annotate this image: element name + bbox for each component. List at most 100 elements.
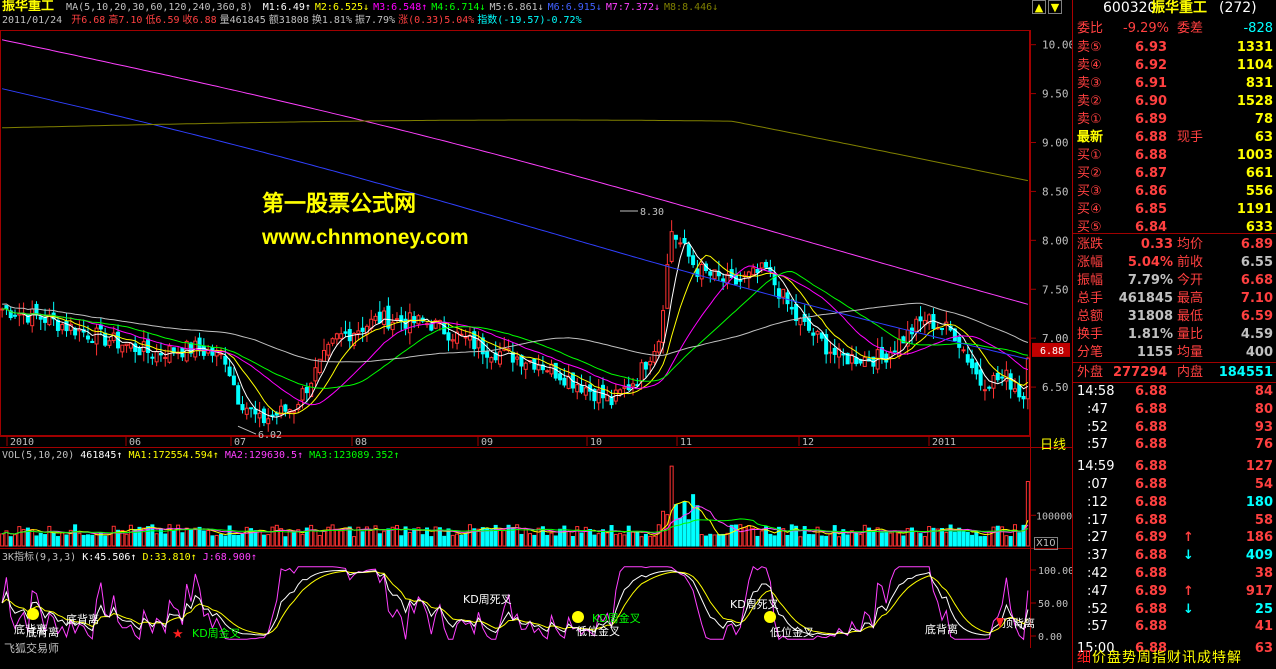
stat-label: 最低 — [1177, 309, 1204, 324]
tab-1[interactable]: 细 — [1077, 650, 1091, 666]
stat-value: 4.59 — [1240, 327, 1273, 342]
candle-body — [918, 316, 923, 322]
volume-bar — [897, 532, 902, 547]
period-label[interactable]: 日线 — [1040, 434, 1066, 453]
stat-row[interactable]: 换手 1.81% 量比 4.59 — [1073, 326, 1276, 343]
tick-row[interactable]: :52 6.88 93 — [1073, 419, 1276, 436]
chart-area[interactable]: 10.00 9.50 9.00 8.50 8.00 7.50 7.00 6.50 2010 06 0… — [0, 0, 1072, 669]
tab-2[interactable]: 价 — [1092, 650, 1106, 666]
tick-row[interactable]: :27 6.89 186 ↑ — [1073, 529, 1276, 546]
tick-row[interactable]: 14:58 6.88 84 — [1073, 383, 1276, 400]
candle-body — [643, 361, 648, 370]
ask-row[interactable]: 卖⑤ 6.93 1331 — [1073, 39, 1276, 56]
candle-body — [579, 384, 584, 393]
tick-row[interactable]: :57 6.88 76 — [1073, 436, 1276, 453]
tab-8[interactable]: 讯 — [1182, 650, 1196, 666]
bid-row[interactable]: 买③ 6.86 556 — [1073, 183, 1276, 200]
chart-canvas[interactable]: 10.009.509.008.508.007.507.006.502010 06 0… — [0, 0, 1072, 669]
stat-row[interactable]: 振幅 7.79% 今开 6.68 — [1073, 272, 1276, 289]
candle-body — [978, 369, 983, 386]
ask-row[interactable]: 卖③ 6.91 831 — [1073, 75, 1276, 92]
volume-bar — [188, 529, 193, 547]
volume-bar — [193, 527, 198, 547]
scroll-up-button[interactable]: ▲ — [1032, 0, 1046, 14]
tab-10[interactable]: 特 — [1212, 650, 1226, 666]
tick-row[interactable]: :07 6.88 54 — [1073, 476, 1276, 493]
volume-bar — [107, 533, 112, 547]
ask-row[interactable]: 卖④ 6.92 1104 — [1073, 57, 1276, 74]
bid-row[interactable]: 买② 6.87 661 — [1073, 165, 1276, 182]
scroll-down-button[interactable]: ▼ — [1048, 0, 1062, 14]
kdj-signal-label: 低位金叉 — [576, 624, 620, 638]
stat-row[interactable]: 总额 31808 最低 6.59 — [1073, 308, 1276, 325]
volume-bar — [1008, 536, 1013, 547]
volume-bar — [309, 524, 314, 547]
volume-bar — [128, 524, 133, 547]
ask-volume: 831 — [1245, 76, 1273, 91]
tick-row[interactable]: :47 6.89 917 ↑ — [1073, 583, 1276, 600]
volume-bar — [1012, 524, 1017, 547]
volume-bar — [497, 529, 502, 547]
outer-inner-row[interactable]: 外盘 277294 内盘 184551 — [1073, 364, 1276, 381]
tick-row[interactable]: 14:59 6.88 127 — [1073, 458, 1276, 475]
tab-6[interactable]: 指 — [1152, 650, 1166, 666]
volume-bar — [322, 530, 327, 547]
tick-volume: 127 — [1245, 459, 1273, 475]
candle-body — [562, 377, 567, 386]
stat-row[interactable]: 涨幅 5.04% 前收 6.55 — [1073, 254, 1276, 271]
stat-row[interactable]: 总手 461845 最高 7.10 — [1073, 290, 1276, 307]
candle-body — [536, 364, 541, 371]
outer-label: 外盘 — [1077, 365, 1104, 380]
candle-body — [781, 288, 786, 298]
candle-body — [987, 386, 992, 389]
volume-bar — [30, 529, 35, 547]
volume-bar — [184, 527, 189, 547]
volume-bar — [643, 533, 648, 547]
star-icon: ★ — [172, 627, 184, 642]
tab-11[interactable]: 解 — [1227, 650, 1241, 666]
stat-row[interactable]: 分笔 1155 均量 400 — [1073, 344, 1276, 361]
info-item-3: 低6.59 — [145, 15, 180, 26]
volume-bar — [13, 534, 18, 547]
tab-3[interactable]: 盘 — [1107, 650, 1121, 666]
tick-volume: 38 — [1254, 566, 1273, 581]
vol-tick-label: 100000 — [1036, 511, 1072, 522]
ask-row[interactable]: 卖② 6.90 1528 — [1073, 93, 1276, 110]
candle-body — [721, 278, 726, 282]
tab-4[interactable]: 势 — [1122, 650, 1136, 666]
tick-row[interactable]: :52 6.88 25 ↓ — [1073, 601, 1276, 618]
tab-7[interactable]: 财 — [1167, 650, 1181, 666]
stat-row[interactable]: 涨跌 0.33 均价 6.89 — [1073, 236, 1276, 253]
volume-bar — [729, 524, 734, 547]
ask-volume: 1331 — [1236, 40, 1273, 55]
stat-label: 总额 — [1077, 309, 1104, 324]
bid-label: 买④ — [1077, 202, 1102, 217]
info-item-6: 额31808 — [268, 15, 309, 26]
volume-bar — [377, 533, 382, 547]
tab-5[interactable]: 周 — [1137, 650, 1151, 666]
tick-row[interactable]: :37 6.88 409 ↓ — [1073, 547, 1276, 564]
tick-row[interactable]: :47 6.88 80 — [1073, 401, 1276, 418]
vol-ma1: MA1:172554.594 — [128, 450, 213, 461]
bid-row[interactable]: 买① 6.88 1003 — [1073, 147, 1276, 164]
volume-bar — [330, 524, 335, 547]
tick-time: :27 — [1087, 530, 1108, 546]
volume-bar — [60, 532, 65, 547]
ask-row[interactable]: 卖① 6.89 78 — [1073, 111, 1276, 128]
tick-row[interactable]: :57 6.88 41 — [1073, 618, 1276, 635]
volume-bar — [798, 536, 803, 547]
tab-9[interactable]: 成 — [1197, 650, 1211, 666]
latest-row[interactable]: 最新 6.88 现手 63 — [1073, 129, 1276, 146]
bid-label: 买① — [1077, 148, 1102, 163]
candle-body — [463, 336, 468, 339]
bid-row[interactable]: 买④ 6.85 1191 — [1073, 201, 1276, 218]
stock-title-row[interactable]: 600320 振华重工 (272) — [1073, 0, 1276, 20]
volume-bar — [995, 525, 1000, 547]
down-arrow-icon: ↓ — [1183, 548, 1194, 564]
weibi-row[interactable]: 委比 -9.29% 委差 -828 — [1073, 20, 1276, 37]
tick-row[interactable]: :17 6.88 58 — [1073, 512, 1276, 529]
tick-row[interactable]: :12 6.88 180 — [1073, 494, 1276, 511]
candle-body — [120, 344, 125, 353]
tick-row[interactable]: :42 6.88 38 — [1073, 565, 1276, 582]
tick-price: 6.88 — [1135, 384, 1168, 399]
